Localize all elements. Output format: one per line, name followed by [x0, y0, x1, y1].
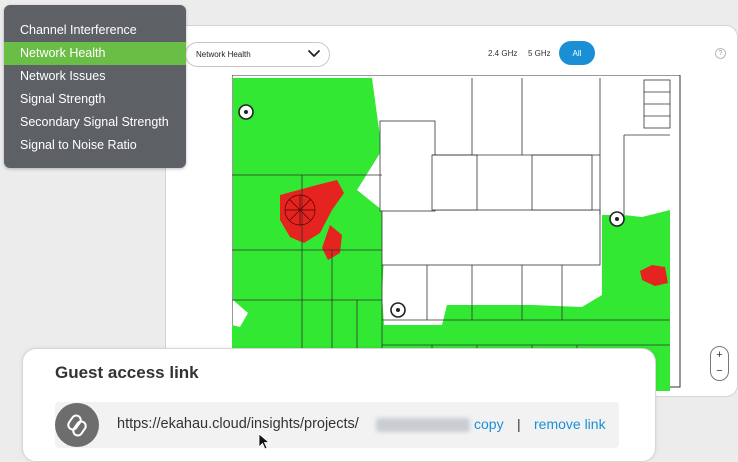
guest-link-row: https://ekahau.cloud/insights/projects/ …: [55, 402, 619, 448]
band-5ghz-button[interactable]: 5 GHz: [528, 49, 551, 58]
guest-access-card: Guest access link https://ekahau.cloud/i…: [22, 348, 656, 462]
room: [531, 154, 593, 211]
link-icon: [67, 414, 87, 437]
view-select[interactable]: Network Health: [185, 42, 330, 67]
heatmap-panel: Network Health 2.4 GHz 5 GHz All ? + −: [165, 25, 738, 397]
band-24ghz-button[interactable]: 2.4 GHz: [488, 49, 517, 58]
cursor-icon: [258, 433, 270, 450]
room: [379, 120, 436, 212]
redacted-project-id: [376, 418, 470, 432]
link-avatar: [55, 403, 99, 447]
chevron-down-icon: [308, 50, 320, 57]
menu-item-secondary-signal-strength[interactable]: Secondary Signal Strength: [4, 111, 186, 134]
menu-item-signal-to-noise-ratio[interactable]: Signal to Noise Ratio: [4, 134, 186, 157]
zoom-control: + −: [710, 346, 729, 381]
help-icon[interactable]: ?: [715, 48, 726, 59]
menu-item-network-issues[interactable]: Network Issues: [4, 65, 186, 88]
spiral-stair: [284, 194, 316, 226]
room: [381, 209, 601, 266]
link-separator: |: [517, 416, 521, 432]
guest-link-url[interactable]: https://ekahau.cloud/insights/projects/: [117, 416, 359, 432]
menu-item-channel-interference[interactable]: Channel Interference: [4, 19, 186, 42]
floorplan-heatmap[interactable]: [232, 75, 684, 391]
guest-access-title: Guest access link: [55, 363, 199, 382]
visualization-menu: Channel Interference Network Health Netw…: [4, 5, 186, 168]
band-all-button[interactable]: All: [559, 41, 595, 65]
zoom-out-button[interactable]: −: [711, 363, 728, 379]
zoom-in-button[interactable]: +: [711, 347, 728, 363]
menu-item-signal-strength[interactable]: Signal Strength: [4, 88, 186, 111]
room: [431, 154, 478, 211]
copy-link-button[interactable]: copy: [474, 416, 504, 432]
remove-link-button[interactable]: remove link: [534, 416, 606, 432]
view-select-value: Network Health: [196, 50, 251, 59]
menu-item-network-health[interactable]: Network Health: [4, 42, 186, 65]
